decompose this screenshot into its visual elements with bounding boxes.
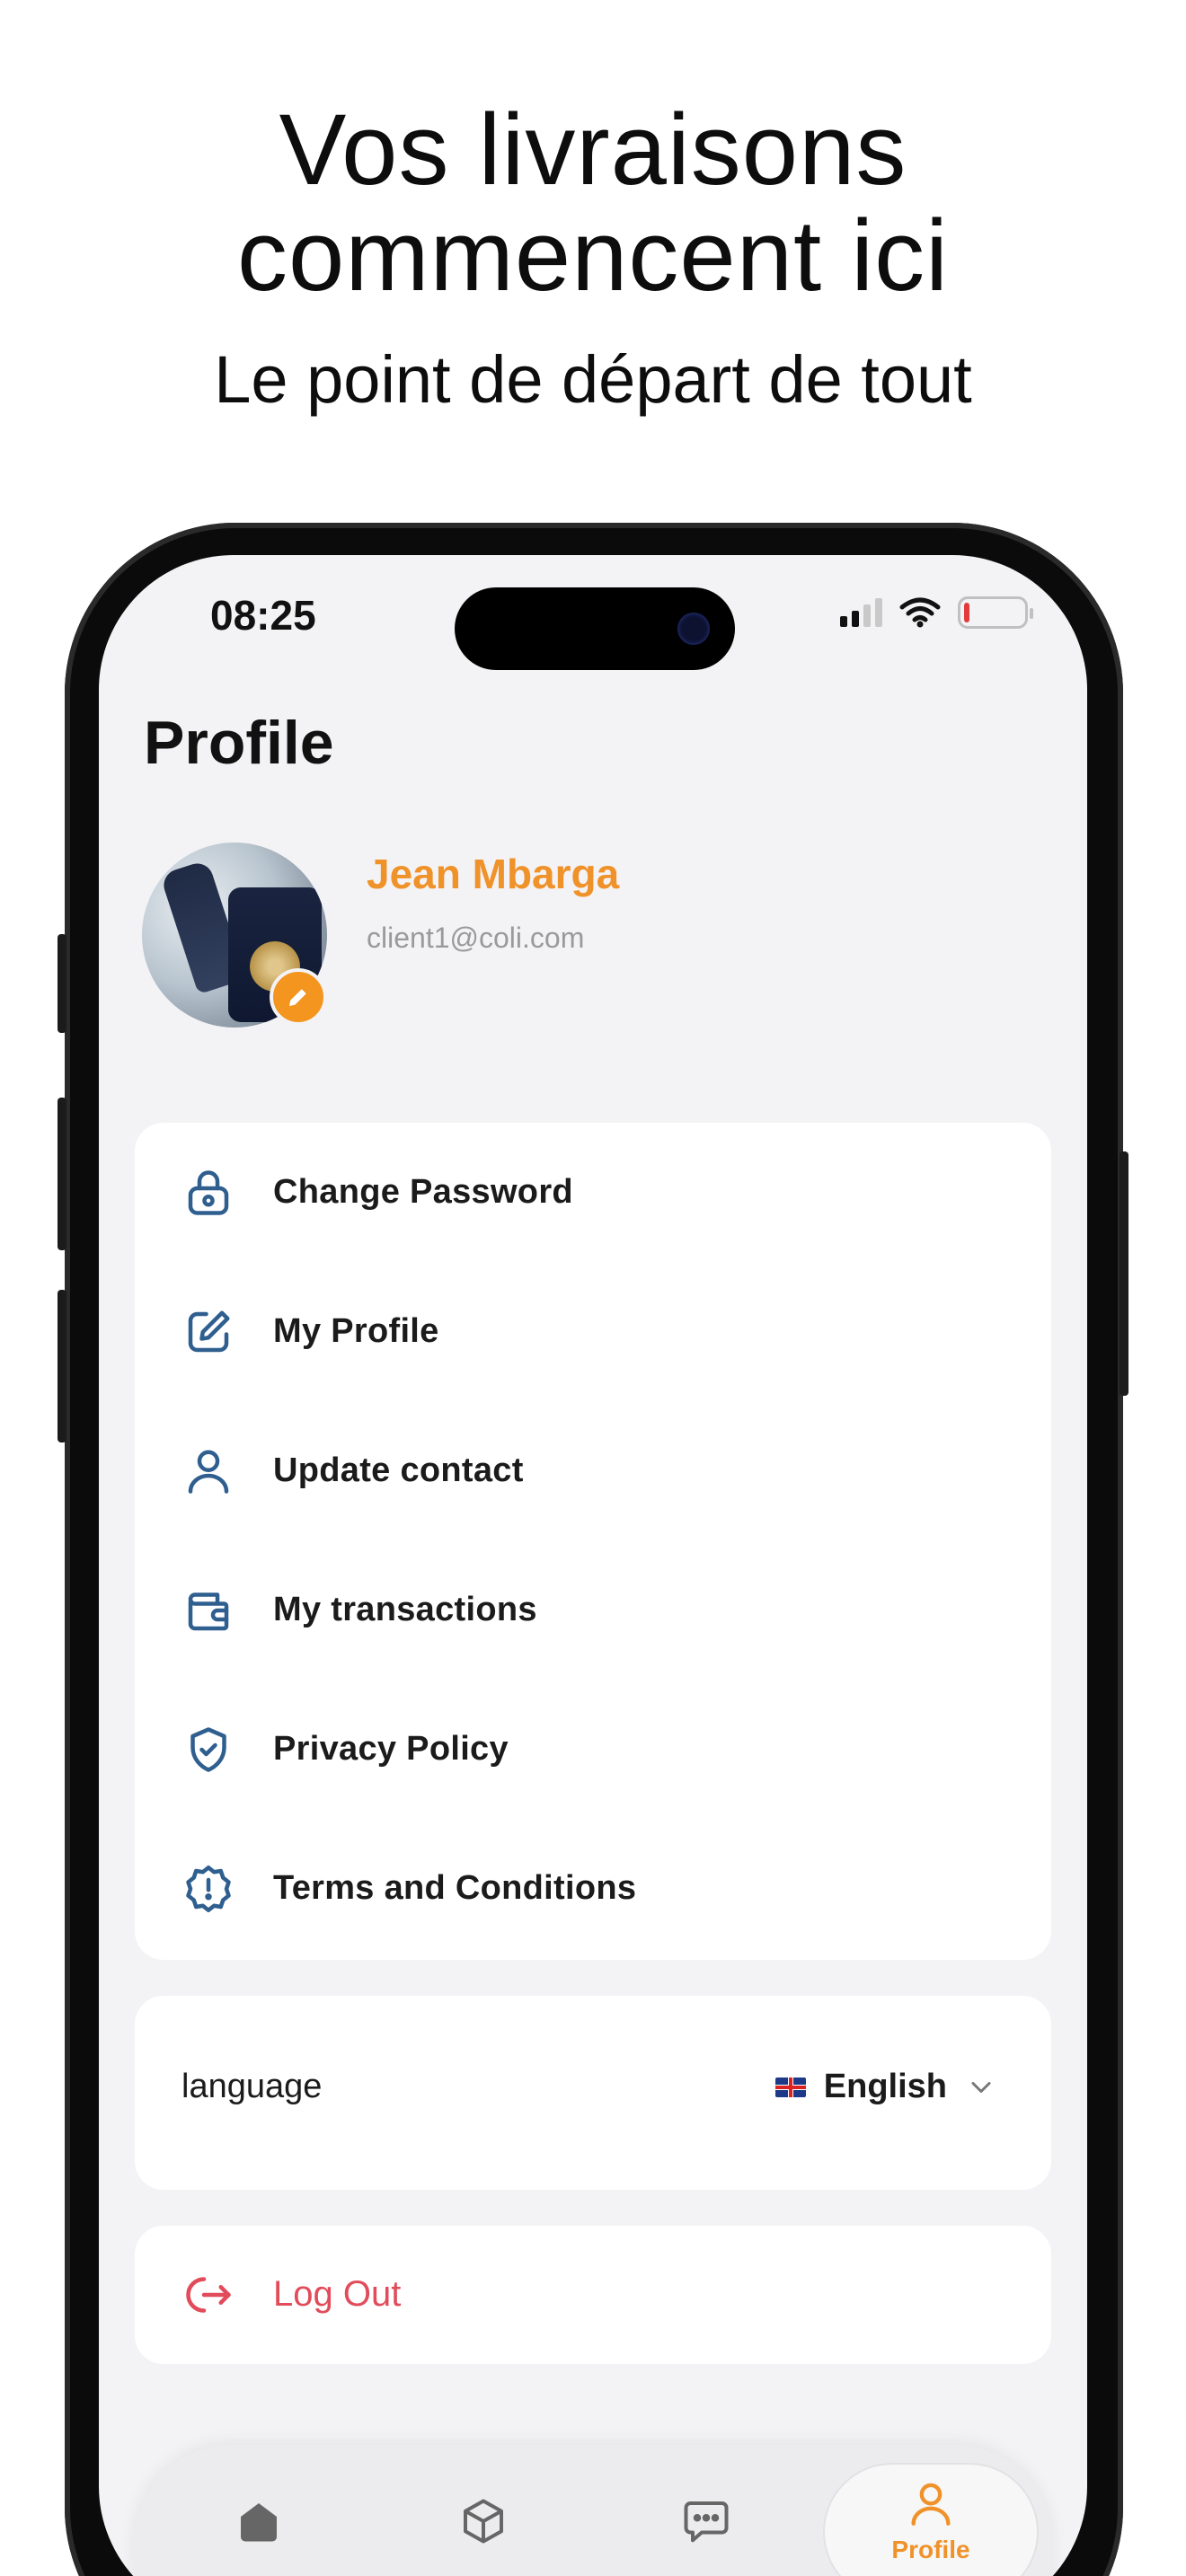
lock-icon	[180, 1164, 237, 1222]
logout-button[interactable]: Log Out	[135, 2226, 1051, 2364]
menu-item-update-contact[interactable]: Update contact	[135, 1401, 1051, 1540]
home-icon	[241, 2503, 277, 2542]
status-icons	[840, 596, 1033, 629]
tab-profile[interactable]: Profile	[823, 2445, 1039, 2576]
status-time: 08:25	[210, 592, 316, 639]
pencil-icon	[289, 989, 306, 1006]
page-title: Profile	[144, 709, 334, 777]
menu-item-label: My transactions	[273, 1591, 537, 1628]
edit-avatar-button[interactable]	[270, 968, 327, 1026]
marketing-subtitle: Le point de départ de tout	[214, 342, 972, 417]
dynamic-island	[455, 587, 735, 670]
phone-volume-down-button	[58, 1290, 66, 1442]
phone-action-button	[58, 934, 66, 1033]
menu-item-label: Terms and Conditions	[273, 1869, 637, 1907]
camera-icon	[677, 613, 710, 645]
menu-item-label: Update contact	[273, 1451, 524, 1489]
app-screen: 08:25 Profile Jean Mbarga client1@coli.c…	[99, 555, 1087, 2576]
marketing-title-line2: commencent ici	[236, 199, 950, 312]
phone-power-button	[1120, 1151, 1128, 1396]
profile-icon	[911, 2483, 951, 2526]
language-setting: language English	[135, 1996, 1051, 2190]
menu-item-label: Change Password	[273, 1173, 573, 1211]
wifi-icon	[899, 597, 941, 628]
tab-profile-label: Profile	[891, 2536, 970, 2563]
battery-level	[964, 603, 969, 622]
user-icon	[180, 1442, 237, 1500]
language-select[interactable]: English	[774, 2068, 997, 2106]
marketing-title-line1: Vos livraisons	[279, 93, 907, 206]
logout-icon	[180, 2266, 237, 2324]
phone-volume-up-button	[58, 1098, 66, 1250]
menu-item-label: Privacy Policy	[273, 1730, 509, 1768]
menu-item-change-password[interactable]: Change Password	[135, 1123, 1051, 1262]
language-label: language	[181, 2068, 323, 2105]
uk-flag-icon	[774, 2077, 806, 2097]
menu-item-my-profile[interactable]: My Profile	[135, 1262, 1051, 1401]
menu-item-privacy-policy[interactable]: Privacy Policy	[135, 1680, 1051, 1819]
logout-label: Log Out	[273, 2274, 402, 2314]
language-value: English	[823, 2068, 947, 2105]
menu-item-terms-and-conditions[interactable]: Terms and Conditions	[135, 1819, 1051, 1958]
menu-item-my-transactions[interactable]: My transactions	[135, 1540, 1051, 1680]
chevron-down-icon	[971, 2081, 991, 2093]
wallet-icon	[180, 1582, 237, 1639]
cellular-signal-icon	[840, 598, 882, 627]
alert-badge-icon	[180, 1860, 237, 1918]
user-email: client1@coli.com	[367, 922, 585, 954]
marketing-title: Vos livraisons commencent ici	[0, 97, 1186, 309]
settings-menu: Change Password My Profile Update contac…	[135, 1123, 1051, 1960]
edit-square-icon	[180, 1303, 237, 1361]
tab-home[interactable]	[151, 2445, 367, 2576]
bottom-tab-bar: Profile	[133, 2445, 1053, 2576]
package-icon	[464, 2499, 503, 2544]
battery-icon	[958, 596, 1033, 629]
shield-check-icon	[180, 1721, 237, 1778]
chat-icon	[684, 2501, 729, 2543]
tab-packages[interactable]	[376, 2445, 591, 2576]
menu-item-label: My Profile	[273, 1312, 439, 1350]
tab-messages[interactable]	[598, 2445, 814, 2576]
user-name: Jean Mbarga	[367, 851, 620, 897]
